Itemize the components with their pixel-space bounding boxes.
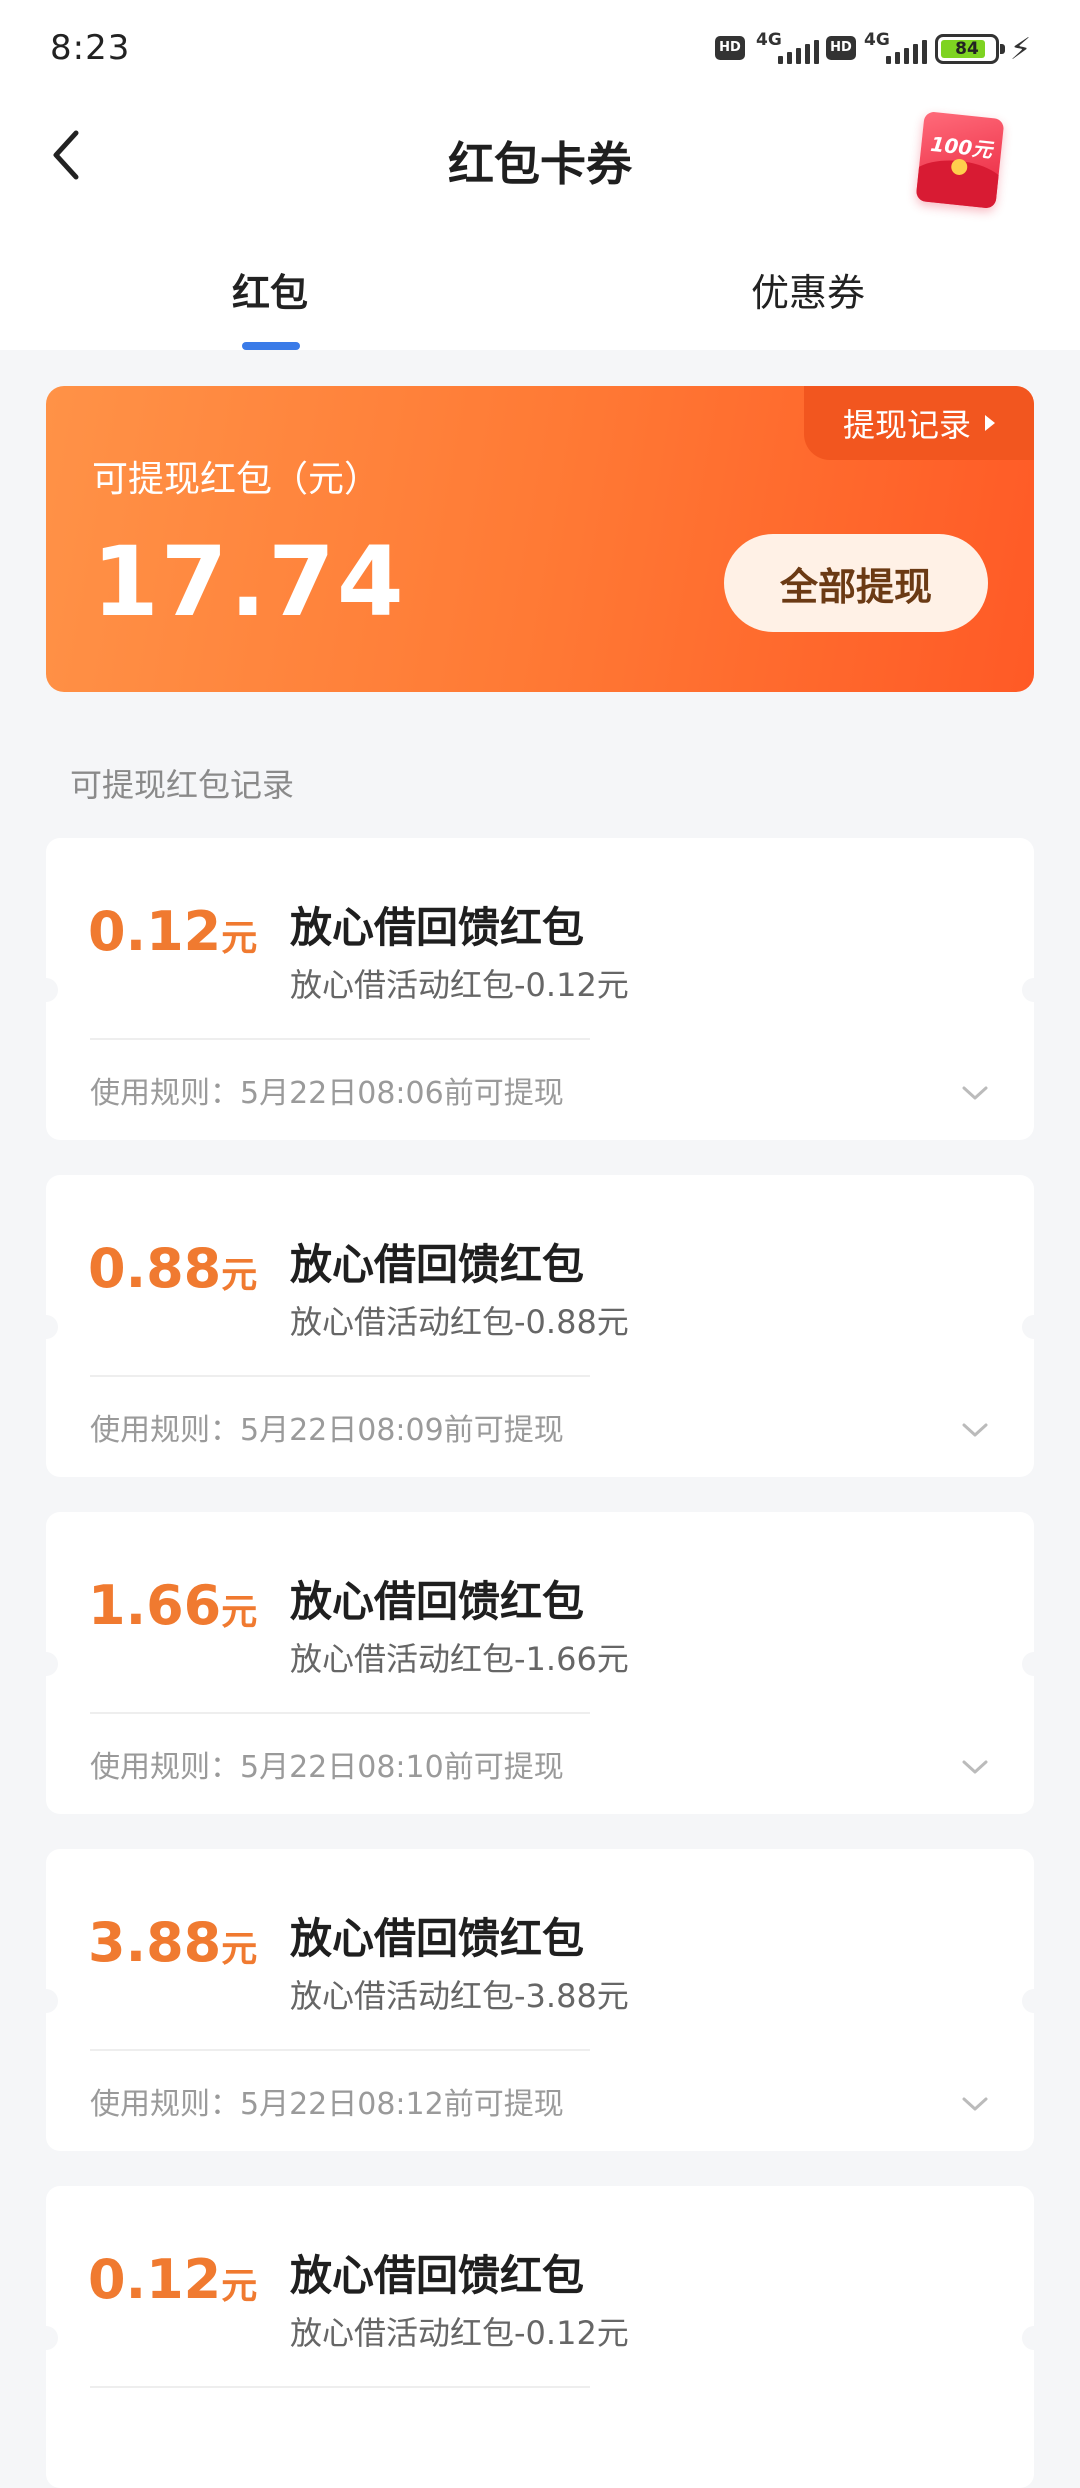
- record-card[interactable]: 1.66元 放心借回馈红包 放心借活动红包-1.66元 使用规则：5月22日08…: [34, 1512, 1046, 1814]
- tab-coupon[interactable]: 优惠券: [751, 262, 865, 317]
- chevron-down-icon[interactable]: [960, 2089, 990, 2119]
- record-description: 放心借活动红包-3.88元: [290, 1977, 629, 2015]
- record-description: 放心借活动红包-0.88元: [290, 1303, 629, 1341]
- chevron-down-icon[interactable]: [960, 1415, 990, 1445]
- record-amount: 0.12元: [88, 900, 258, 963]
- withdraw-records-label: 提现记录: [842, 406, 971, 444]
- record-rule: 使用规则：5月22日08:09前可提现: [90, 1413, 564, 1448]
- record-amount: 3.88元: [88, 1911, 258, 1974]
- divider: [90, 1712, 590, 1714]
- withdraw-records-link[interactable]: 提现记录: [804, 386, 1034, 460]
- status-bar: 8:23 HD 4G HD 4G 84 ⚡: [0, 0, 1080, 100]
- records-section-title: 可提现红包记录: [70, 766, 295, 804]
- signal-strength-icon: [886, 36, 927, 64]
- divider: [90, 1038, 590, 1040]
- active-tab-indicator: [242, 342, 300, 350]
- record-title: 放心借回馈红包: [290, 903, 585, 952]
- chevron-down-icon[interactable]: [960, 1752, 990, 1782]
- record-amount: 0.12元: [88, 2248, 258, 2311]
- charging-icon: ⚡: [1010, 32, 1032, 67]
- record-title: 放心借回馈红包: [290, 2251, 585, 2300]
- red-envelope-promo-icon[interactable]: 100元: [915, 111, 1005, 209]
- signal-strength-icon: [778, 36, 819, 64]
- chevron-down-icon[interactable]: [960, 1078, 990, 1108]
- divider: [90, 2386, 590, 2388]
- record-amount: 0.88元: [88, 1237, 258, 1300]
- record-card[interactable]: 0.88元 放心借回馈红包 放心借活动红包-0.88元 使用规则：5月22日08…: [34, 1175, 1046, 1477]
- balance-label: 可提现红包（元）: [92, 459, 381, 500]
- hd-icon: HD: [715, 36, 745, 60]
- record-card[interactable]: 0.12元 放心借回馈红包 放心借活动红包-0.12元 使用规则：5月22日08…: [34, 838, 1046, 1140]
- record-card[interactable]: 3.88元 放心借回馈红包 放心借活动红包-3.88元 使用规则：5月22日08…: [34, 1849, 1046, 2151]
- record-description: 放心借活动红包-0.12元: [290, 966, 629, 1004]
- record-description: 放心借活动红包-1.66元: [290, 1640, 629, 1678]
- record-rule: 使用规则：5月22日08:12前可提现: [90, 2087, 564, 2122]
- tab-red-packet[interactable]: 红包: [232, 262, 308, 317]
- hd-icon: HD: [826, 36, 856, 60]
- status-time: 8:23: [50, 28, 131, 68]
- divider: [90, 1375, 590, 1377]
- record-description: 放心借活动红包-0.12元: [290, 2314, 629, 2352]
- caret-right-icon: [985, 415, 995, 431]
- withdrawable-balance-card: 提现记录 可提现红包（元） 17.74 全部提现: [46, 386, 1034, 692]
- withdraw-all-button[interactable]: 全部提现: [724, 534, 988, 632]
- record-rule: 使用规则：5月22日08:10前可提现: [90, 1750, 564, 1785]
- record-title: 放心借回馈红包: [290, 1577, 585, 1626]
- battery-icon: 84: [935, 34, 1005, 64]
- record-card[interactable]: 0.12元 放心借回馈红包 放心借活动红包-0.12元: [34, 2186, 1046, 2488]
- balance-amount: 17.74: [92, 526, 406, 638]
- record-title: 放心借回馈红包: [290, 1240, 585, 1289]
- battery-level: 84: [955, 39, 979, 59]
- record-rule: 使用规则：5月22日08:06前可提现: [90, 1076, 564, 1111]
- divider: [90, 2049, 590, 2051]
- record-title: 放心借回馈红包: [290, 1914, 585, 1963]
- top-bar: 8:23 HD 4G HD 4G 84 ⚡ 红包卡券 100元 红包 优惠券: [0, 0, 1080, 350]
- record-amount: 1.66元: [88, 1574, 258, 1637]
